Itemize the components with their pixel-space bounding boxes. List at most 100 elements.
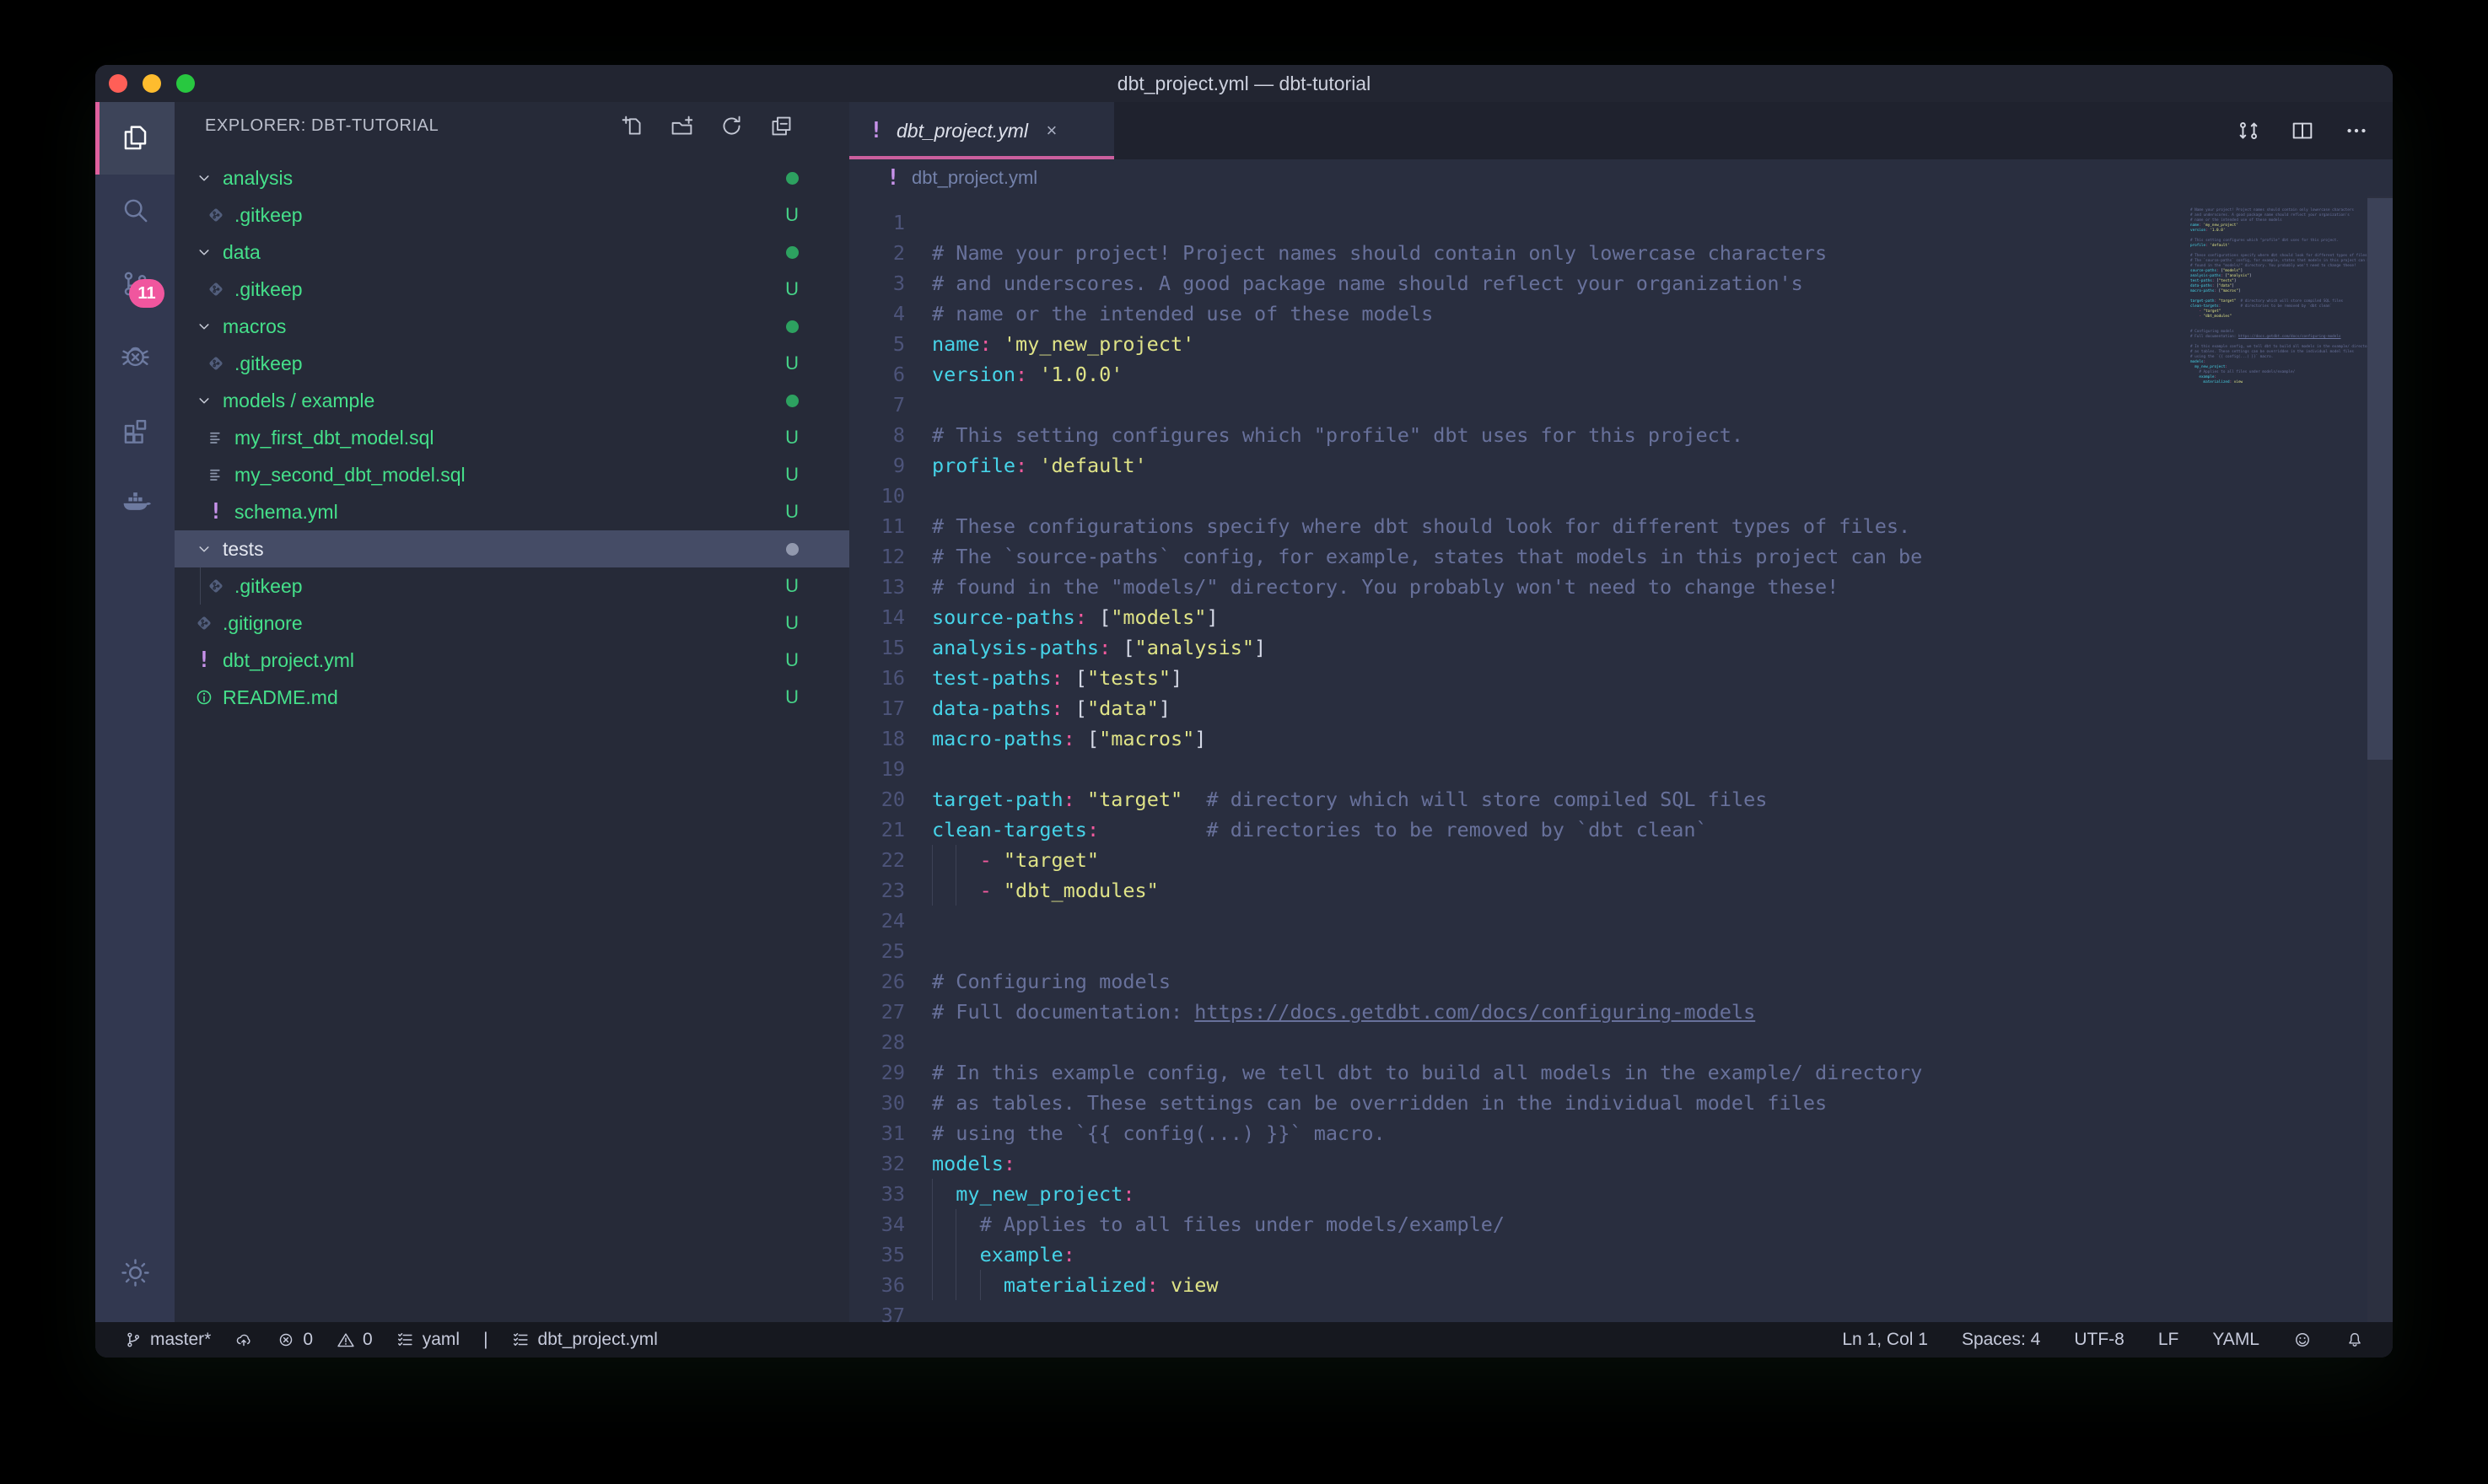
activity-item-explorer[interactable]: [95, 102, 175, 175]
tree-item--gitignore[interactable]: .gitignoreU: [175, 605, 849, 642]
activity-item-docker[interactable]: [95, 465, 175, 537]
status-label: master*: [150, 1330, 211, 1350]
tree-item--gitkeep[interactable]: .gitkeepU: [175, 196, 849, 234]
refresh-icon[interactable]: [719, 114, 744, 138]
tree-item-models-example[interactable]: models / example: [175, 382, 849, 419]
status-warnings[interactable]: 0: [337, 1330, 373, 1350]
code-line-10: [932, 481, 2190, 511]
git-untracked-badge: U: [785, 649, 799, 671]
line-number: 11: [849, 511, 905, 541]
code-line-18: macro-paths: ["macros"]: [932, 723, 2190, 754]
minimap-line: [2190, 385, 2367, 390]
status-notifications[interactable]: [2345, 1331, 2364, 1349]
chevron-down-icon: [193, 317, 215, 336]
indent-guide: [932, 1179, 956, 1209]
line-number: 10: [849, 481, 905, 511]
code-line-25: [932, 936, 2190, 966]
desktop: dbt_project.yml — dbt-tutorial 11 EXPLOR…: [0, 0, 2488, 1484]
scrollbar-thumb[interactable]: [2367, 198, 2393, 760]
status-sync-changes[interactable]: [234, 1331, 253, 1349]
status-errors[interactable]: 0: [277, 1330, 313, 1350]
collapse-all-icon[interactable]: [769, 114, 794, 138]
line-number: 36: [849, 1270, 905, 1300]
tree-item-dbt-project-yml[interactable]: !dbt_project.ymlU: [175, 642, 849, 679]
tree-item--gitkeep[interactable]: .gitkeepU: [175, 345, 849, 382]
split-editor-icon[interactable]: [2290, 118, 2315, 143]
tree-item-tests[interactable]: tests: [175, 530, 849, 567]
status-label: 0: [303, 1330, 313, 1350]
tree-item-schema-yml[interactable]: !schema.ymlU: [175, 493, 849, 530]
code-line-5: name: 'my_new_project': [932, 329, 2190, 359]
tree-item-label: tests: [223, 538, 264, 561]
smiley-icon: [2293, 1331, 2312, 1349]
code-editor[interactable]: 1234567891011121314151617181920212223242…: [849, 196, 2393, 1322]
status-eol[interactable]: LF: [2158, 1330, 2179, 1350]
vscode-window: dbt_project.yml — dbt-tutorial 11 EXPLOR…: [95, 65, 2393, 1358]
status-indentation[interactable]: Spaces: 4: [1962, 1330, 2040, 1350]
activity-item-search[interactable]: [95, 175, 175, 247]
tree-item-my-second-dbt-model-sql[interactable]: my_second_dbt_model.sqlU: [175, 456, 849, 493]
status-outline-yaml[interactable]: yaml: [396, 1330, 460, 1350]
tree-item-my-first-dbt-model-sql[interactable]: my_first_dbt_model.sqlU: [175, 419, 849, 456]
code-line-3: # and underscores. A good package name s…: [932, 268, 2190, 298]
close-icon[interactable]: ×: [1042, 121, 1062, 141]
line-number: 17: [849, 693, 905, 723]
git-status-dot: [786, 390, 799, 412]
status-label: LF: [2158, 1330, 2179, 1350]
tab-bar: ! dbt_project.yml ×: [849, 102, 2393, 159]
status-label: dbt_project.yml: [538, 1330, 658, 1350]
tree-item--gitkeep[interactable]: .gitkeepU: [175, 271, 849, 308]
status-feedback[interactable]: [2293, 1331, 2312, 1349]
activity-item-settings[interactable]: [95, 1236, 175, 1309]
tree-item-macros[interactable]: macros: [175, 308, 849, 345]
line-number: 31: [849, 1118, 905, 1148]
git-file-icon: [194, 613, 214, 633]
code-line-7: [932, 390, 2190, 420]
breadcrumb[interactable]: ! dbt_project.yml: [849, 159, 2393, 196]
yaml-bang-icon: !: [194, 650, 214, 670]
tree-item-label: .gitignore: [223, 612, 303, 635]
ellipsis-icon[interactable]: [2344, 118, 2369, 143]
status-git-branch[interactable]: master*: [124, 1330, 211, 1350]
git-untracked-badge: U: [785, 501, 799, 523]
branch-icon: [124, 1331, 143, 1349]
warning-icon: [337, 1331, 355, 1349]
code-line-29: # In this example config, we tell dbt to…: [932, 1057, 2190, 1088]
minimap[interactable]: # Name your project! Project names shoul…: [2190, 196, 2367, 1322]
activity-item-source-control[interactable]: 11: [95, 247, 175, 320]
tree-item-analysis[interactable]: analysis: [175, 159, 849, 196]
code-line-35: example:: [932, 1239, 2190, 1270]
git-file-icon: [206, 205, 226, 225]
activity-item-extensions[interactable]: [95, 392, 175, 465]
breadcrumb-file: dbt_project.yml: [912, 167, 1037, 189]
line-number: 20: [849, 784, 905, 815]
status-language-mode[interactable]: YAML: [2212, 1330, 2259, 1350]
code-line-13: # found in the "models/" directory. You …: [932, 572, 2190, 602]
compare-icon[interactable]: [2236, 118, 2261, 143]
editor-scrollbar[interactable]: [2367, 196, 2393, 1322]
status-outline-file[interactable]: dbt_project.yml: [512, 1330, 658, 1350]
git-untracked-badge: U: [785, 278, 799, 300]
status-encoding[interactable]: UTF-8: [2074, 1330, 2124, 1350]
tree-item-readme-md[interactable]: README.mdU: [175, 679, 849, 716]
yaml-bang-icon: !: [206, 502, 226, 522]
code-content[interactable]: # Name your project! Project names shoul…: [905, 196, 2190, 1322]
window-title: dbt_project.yml — dbt-tutorial: [95, 73, 2393, 95]
status-cursor-position[interactable]: Ln 1, Col 1: [1842, 1330, 1928, 1350]
tree-item-data[interactable]: data: [175, 234, 849, 271]
list-selection-icon: [396, 1331, 415, 1349]
new-file-icon[interactable]: [620, 114, 644, 138]
activity-item-debug[interactable]: [95, 320, 175, 392]
code-line-31: # using the `{{ config(...) }}` macro.: [932, 1118, 2190, 1148]
tree-item--gitkeep[interactable]: .gitkeepU: [175, 567, 849, 605]
code-line-27: # Full documentation: https://docs.getdb…: [932, 997, 2190, 1027]
indent-guide: [932, 1209, 956, 1239]
tree-indent-guide: [200, 567, 201, 605]
chevron-down-icon: [193, 391, 215, 410]
explorer-sidebar: EXPLORER: DBT-TUTORIAL analysis.gitkeepU…: [175, 102, 849, 1322]
git-untracked-badge: U: [785, 575, 799, 597]
indent-guide: [956, 845, 979, 875]
line-number: 34: [849, 1209, 905, 1239]
tab-dbt-project-yml[interactable]: ! dbt_project.yml ×: [849, 102, 1114, 159]
new-folder-icon[interactable]: [670, 114, 694, 138]
